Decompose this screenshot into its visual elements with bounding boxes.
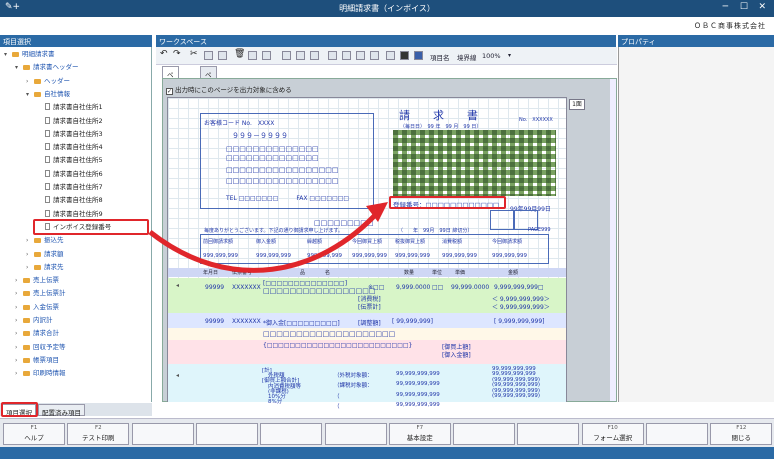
function-key-2[interactable]: F2 テスト印刷 — [67, 423, 130, 445]
function-key-code: F12 — [736, 425, 747, 431]
function-key-5[interactable] — [260, 423, 323, 445]
status-bar — [0, 447, 774, 459]
properties-panel — [618, 47, 774, 402]
function-key-6[interactable] — [324, 423, 387, 445]
function-key-code: F1 — [30, 425, 38, 431]
function-key-9[interactable] — [517, 423, 580, 445]
function-key-label: テスト印刷 — [82, 434, 115, 442]
function-key-4[interactable] — [195, 423, 258, 445]
function-key-code: F10 — [607, 425, 618, 431]
function-key-label: 基本設定 — [406, 434, 433, 442]
function-key-8[interactable] — [453, 423, 516, 445]
invoice-item-highlight-box — [33, 219, 149, 235]
function-key-label: フォーム選択 — [593, 434, 633, 442]
function-key-11[interactable] — [646, 423, 708, 445]
function-key-10[interactable]: F10 フォーム選択 — [581, 423, 644, 445]
function-key-code: F2 — [94, 425, 102, 431]
function-key-3[interactable] — [131, 423, 194, 445]
function-key-1[interactable]: F1 ヘルプ — [3, 423, 65, 445]
function-key-label: ヘルプ — [24, 434, 44, 442]
function-key-label: 閉じる — [731, 434, 752, 442]
function-key-7[interactable]: F7 基本設定 — [388, 423, 451, 445]
function-key-12[interactable]: F12 閉じる — [710, 423, 773, 445]
function-key-code: F7 — [416, 425, 424, 431]
